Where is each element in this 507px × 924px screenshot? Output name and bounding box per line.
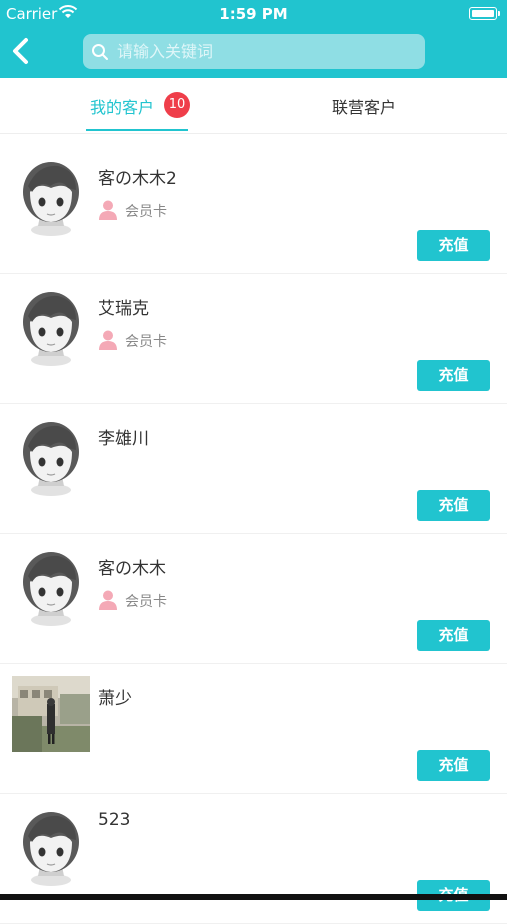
search-icon [92,44,108,60]
member-person-icon [99,330,117,350]
status-bar: Carrier 1:59 PM [0,0,507,28]
recharge-button[interactable]: 充值 [417,490,490,521]
tab-my-customers[interactable]: 我的客户 10 [86,78,190,134]
customer-row[interactable]: 萧少 充值 [0,664,507,794]
recharge-button[interactable]: 充值 [417,230,490,261]
customer-name: 客の木木2 [98,169,177,189]
recharge-button[interactable]: 充值 [417,360,490,391]
customer-name: 艾瑞克 [98,299,149,319]
search-input[interactable] [117,34,417,69]
back-arrow-icon[interactable] [10,36,32,66]
customer-name: 李雄川 [98,429,149,449]
photo-avatar [12,676,90,752]
customer-row[interactable]: 523 充值 [0,794,507,924]
tab-bar: 我的客户 10 联营客户 [0,78,507,134]
tab-my-customers-label: 我的客户 [90,98,155,117]
customer-name: 客の木木 [98,559,166,579]
customer-row[interactable]: 客の木木2 会员卡 充值 [0,144,507,274]
active-tab-indicator [86,129,188,131]
app-header: Carrier 1:59 PM [0,0,507,78]
cartoon-avatar-icon [23,162,79,236]
search-bar[interactable] [83,34,425,69]
customer-row[interactable]: 艾瑞克 会员卡 充值 [0,274,507,404]
cartoon-avatar-icon [23,552,79,626]
recharge-button[interactable]: 充值 [417,620,490,651]
status-time: 1:59 PM [219,5,288,23]
cartoon-avatar-icon [23,422,79,496]
customer-row[interactable]: 客の木木 会员卡 充值 [0,534,507,664]
cartoon-avatar-icon [23,292,79,366]
recharge-button[interactable]: 充值 [417,750,490,781]
cartoon-avatar-icon [23,812,79,886]
battery-icon [469,7,500,20]
customer-name: 萧少 [98,689,132,709]
member-card-label: 会员卡 [125,334,167,350]
customer-row[interactable]: 李雄川 充值 [0,404,507,534]
customer-count-badge: 10 [164,92,190,118]
tab-joint-customers-label: 联营客户 [332,98,397,117]
member-card-label: 会员卡 [125,594,167,610]
bottom-edge [0,894,507,900]
tab-joint-customers[interactable]: 联营客户 [330,78,402,134]
customer-name: 523 [98,810,131,830]
member-person-icon [99,590,117,610]
member-card-label: 会员卡 [125,204,167,220]
member-person-icon [99,200,117,220]
